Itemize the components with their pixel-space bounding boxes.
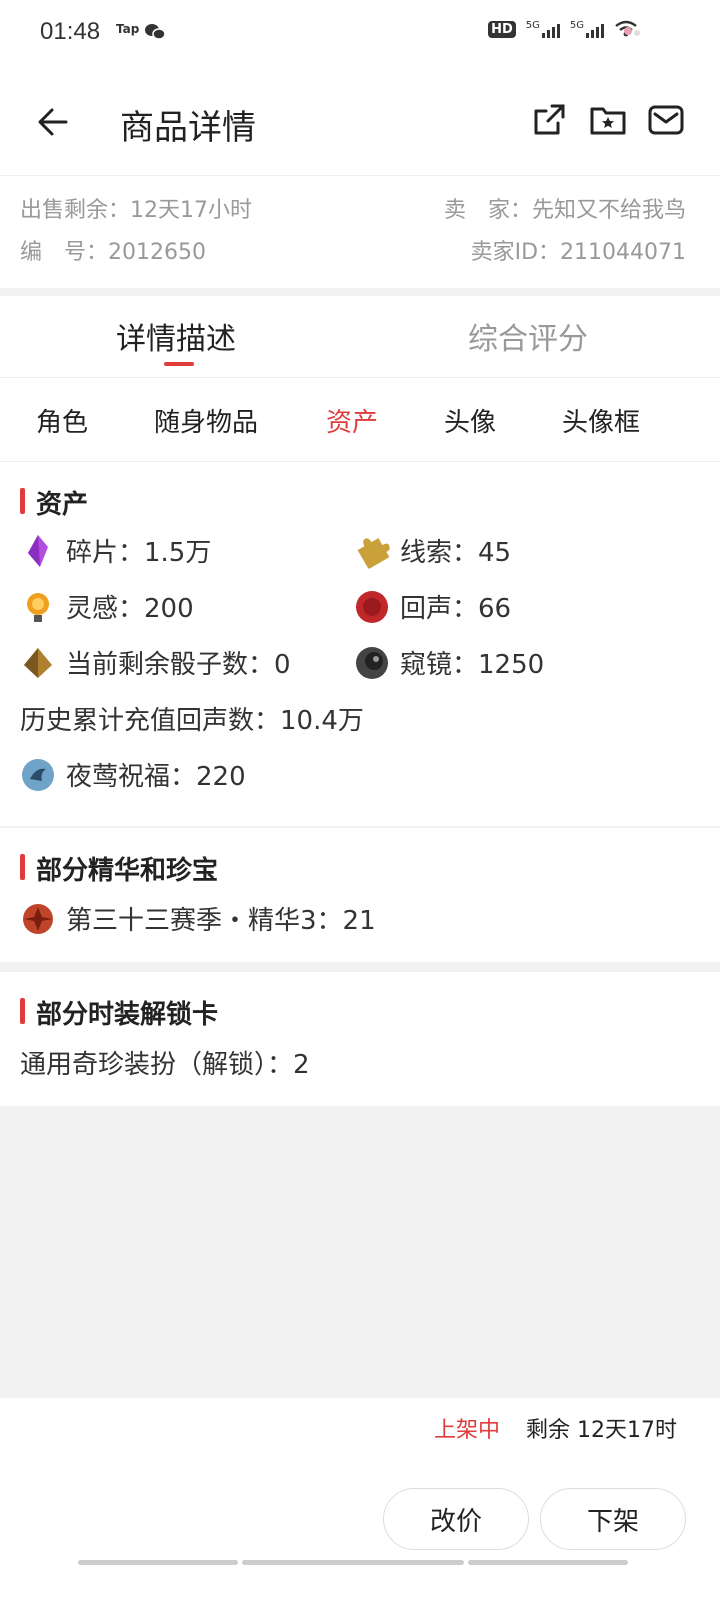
subtab-assets[interactable]: 资产 <box>326 402 378 439</box>
unlock-cards-section: 部分时装解锁卡 通用奇珍装扮（解锁）：2 <box>0 972 720 1106</box>
sub-tabs: 角色 随身物品 资产 头像 头像框 <box>0 378 720 462</box>
active-tab-indicator <box>164 362 194 366</box>
puzzle-icon <box>357 537 390 569</box>
asset-total-recharge: 历史累计充值回声数：10.4万 <box>20 706 364 736</box>
favorite-folder-icon[interactable] <box>588 100 628 140</box>
nav-hint-bar <box>242 1560 464 1565</box>
status-indicators: HD 5G 5G <box>488 20 638 38</box>
subtab-character[interactable]: 角色 <box>36 402 88 439</box>
detail-panel: 详情描述 综合评分 角色 随身物品 资产 头像 头像框 资产 碎片：1.5万 线… <box>0 296 720 826</box>
delist-button[interactable]: 下架 <box>540 1488 686 1550</box>
listing-remaining-time: 剩余 12天17时 <box>526 1418 677 1443</box>
back-arrow-icon[interactable] <box>32 100 76 144</box>
flower-icon <box>624 27 640 36</box>
essence-section: 部分精华和珍宝 第三十三赛季・精华3：21 <box>0 828 720 962</box>
asset-clues: 线索：45 <box>354 532 511 569</box>
message-icon[interactable] <box>646 100 686 140</box>
asset-dice: 当前剩余骰子数：0 <box>20 644 291 681</box>
listing-status: 上架中 <box>434 1418 501 1443</box>
change-price-button[interactable]: 改价 <box>383 1488 529 1550</box>
subtab-items[interactable]: 随身物品 <box>154 402 258 439</box>
bottom-action-bar: 上架中 剩余 12天17时 改价 下架 <box>0 1398 720 1600</box>
nightingale-icon <box>22 758 54 791</box>
main-tabs: 详情描述 综合评分 <box>0 296 720 378</box>
nav-hint-bar <box>468 1560 628 1565</box>
signal-icon: 5G <box>526 20 560 38</box>
listing-number: 编 号：2012650 <box>20 240 206 265</box>
essence-icon <box>23 903 53 934</box>
asset-fragments: 碎片：1.5万 <box>20 532 211 569</box>
section-heading-essence: 部分精华和珍宝 <box>20 850 218 887</box>
section-heading-assets: 资产 <box>20 484 88 521</box>
status-time: 01:48 <box>40 18 101 45</box>
subtab-avatar-frame[interactable]: 头像框 <box>562 402 640 439</box>
tab-rating[interactable]: 综合评分 <box>468 314 588 358</box>
taptap-icon: Tap <box>116 22 140 36</box>
seal-icon <box>356 590 388 623</box>
tab-details[interactable]: 详情描述 <box>116 314 236 358</box>
share-icon[interactable] <box>530 100 570 140</box>
bulb-icon <box>27 592 49 622</box>
subtab-avatar[interactable]: 头像 <box>444 402 496 439</box>
lens-icon <box>356 646 388 679</box>
seller-name: 卖 家：先知又不给我鸟 <box>443 198 686 223</box>
page-title: 商品详情 <box>120 108 256 148</box>
asset-nightingale: 夜莺祝福：220 <box>20 756 246 793</box>
asset-lens: 窥镜：1250 <box>354 644 544 681</box>
title-bar: 商品详情 <box>0 68 720 176</box>
essence-item: 第三十三赛季・精华3：21 <box>20 900 376 937</box>
sale-remaining: 出售剩余：12天17小时 <box>20 198 252 223</box>
status-bar: 01:48 Tap HD 5G 5G <box>0 0 720 68</box>
listing-meta: 出售剩余：12天17小时 卖 家：先知又不给我鸟 编 号：2012650 卖家I… <box>0 176 720 288</box>
asset-echo: 回声：66 <box>354 588 511 625</box>
dice-icon <box>24 647 52 678</box>
signal-icon-2: 5G <box>570 20 604 38</box>
seller-id: 卖家ID：211044071 <box>470 240 686 265</box>
wechat-icon <box>145 24 166 40</box>
unlock-card-item: 通用奇珍装扮（解锁）：2 <box>20 1050 310 1080</box>
crystal-icon <box>28 534 48 567</box>
nav-hint-bar <box>78 1560 238 1565</box>
section-heading-unlock-cards: 部分时装解锁卡 <box>20 994 218 1031</box>
asset-inspiration: 灵感：200 <box>20 588 194 625</box>
hd-icon: HD <box>488 20 516 38</box>
